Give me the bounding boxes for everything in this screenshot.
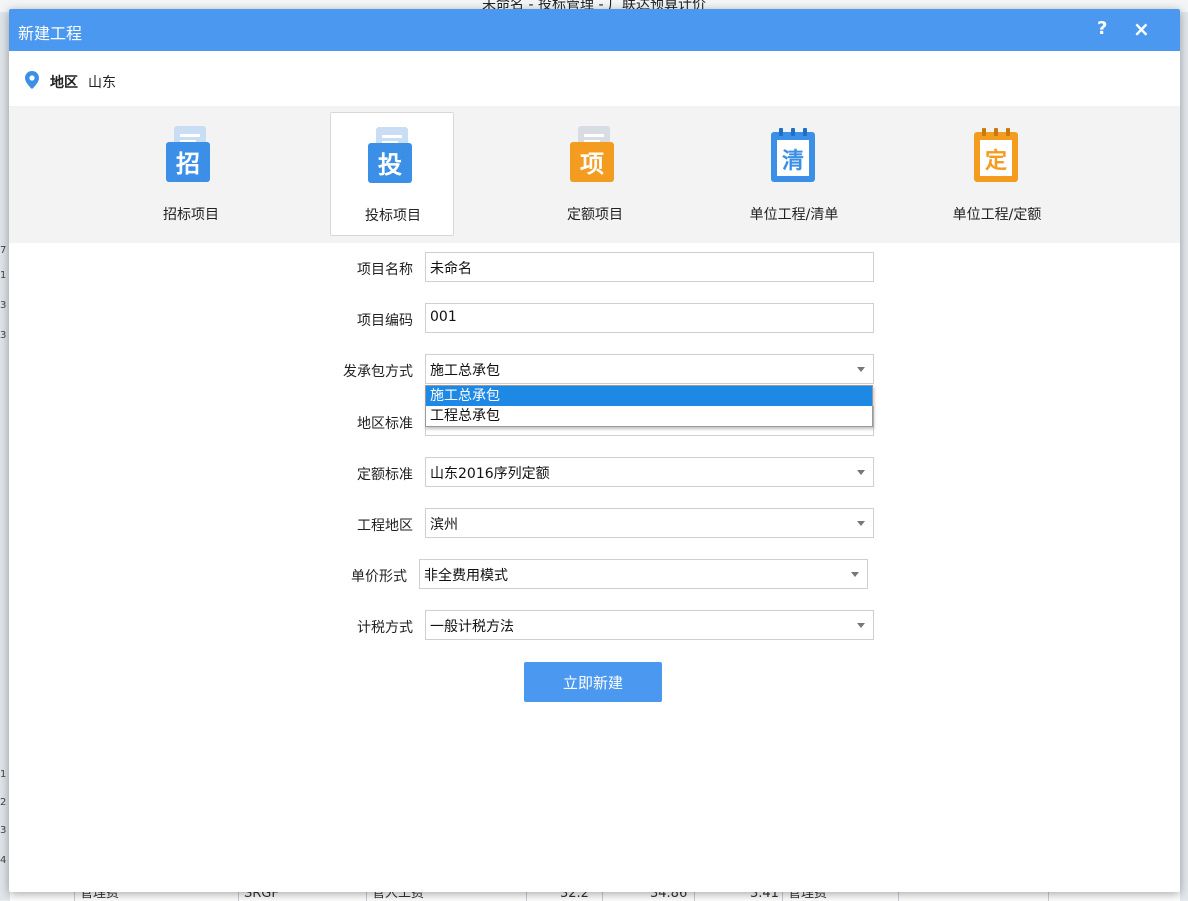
create-now-button[interactable]: 立即新建: [524, 662, 662, 702]
quota-standard-select[interactable]: 山东2016序列定额: [425, 457, 874, 487]
project-type-label: 投标项目: [365, 208, 421, 224]
tax-method-select[interactable]: 一般计税方法: [425, 610, 874, 640]
project-type-quota[interactable]: 项 定额项目: [533, 112, 657, 236]
project-type-bid[interactable]: 投 投标项目: [330, 112, 454, 236]
project-area-value: 滨州: [430, 517, 458, 533]
quota-standard-label: 定额标准: [357, 467, 413, 483]
project-type-label: 单位工程/清单: [749, 207, 839, 223]
svg-text:项: 项: [580, 150, 604, 178]
quota-standard-value: 山东2016序列定额: [430, 466, 550, 482]
project-type-selector: 招 招标项目 投 投标项目 项 定额项目 清 单位工程/清单 定 单位工程/定额: [9, 106, 1180, 243]
project-name-label: 项目名称: [357, 262, 413, 278]
tax-method-row: 计税方式: [259, 610, 413, 642]
chevron-down-icon[interactable]: [851, 572, 859, 577]
chevron-down-icon[interactable]: [857, 367, 865, 372]
project-area-select[interactable]: 滨州: [425, 508, 874, 538]
bid-project-icon: 投: [368, 127, 412, 183]
unit-price-form-label: 单价形式: [351, 569, 407, 585]
tender-project-icon: 招: [166, 126, 210, 182]
region-label: 地区: [50, 75, 78, 91]
project-type-label: 招标项目: [163, 207, 219, 223]
unit-price-form-value: 非全费用模式: [424, 568, 508, 584]
unit-price-form-select[interactable]: 非全费用模式: [419, 559, 868, 589]
dropdown-option[interactable]: 工程总承包: [426, 406, 872, 426]
background-right-panel: [1180, 12, 1188, 900]
region-standard-label: 地区标准: [357, 416, 413, 432]
help-icon[interactable]: ?: [1097, 18, 1107, 39]
project-code-input[interactable]: 001: [425, 303, 874, 333]
contract-mode-select[interactable]: 施工总承包: [425, 354, 874, 384]
dropdown-option[interactable]: 施工总承包: [426, 386, 872, 406]
tax-method-value: 一般计税方法: [430, 619, 514, 635]
project-type-tender[interactable]: 招 招标项目: [129, 112, 253, 236]
unit-price-form-row: 单价形式: [253, 559, 407, 591]
close-icon[interactable]: ×: [1133, 17, 1150, 41]
project-name-row: 项目名称: [259, 252, 413, 284]
dialog-title: 新建工程: [18, 24, 83, 43]
project-name-input[interactable]: 未命名: [425, 252, 874, 282]
unit-quota-icon: 定: [974, 128, 1018, 182]
svg-text:清: 清: [782, 148, 804, 174]
region-value: 山东: [88, 75, 116, 91]
quota-standard-row: 定额标准: [259, 457, 413, 489]
svg-text:招: 招: [176, 150, 200, 178]
location-pin-icon: [25, 71, 39, 89]
project-type-unit-list[interactable]: 清 单位工程/清单: [732, 112, 856, 236]
project-code-row: 项目编码: [259, 303, 413, 335]
region-standard-row: 地区标准: [259, 406, 413, 438]
new-project-dialog: 新建工程 ? × 地区 山东 招 招标项目 投 投标项目 项 定额项目 清 单位…: [9, 9, 1180, 892]
contract-mode-row: 发承包方式: [259, 354, 413, 386]
project-code-label: 项目编码: [357, 313, 413, 329]
svg-text:投: 投: [378, 151, 402, 179]
chevron-down-icon[interactable]: [857, 470, 865, 475]
unit-list-icon: 清: [771, 128, 815, 182]
svg-text:定: 定: [985, 148, 1007, 174]
chevron-down-icon[interactable]: [857, 521, 865, 526]
tax-method-label: 计税方式: [357, 620, 413, 636]
contract-mode-value: 施工总承包: [430, 363, 500, 379]
quota-project-icon: 项: [570, 126, 614, 182]
project-type-label: 定额项目: [567, 207, 623, 223]
dialog-header: 新建工程 ? ×: [9, 9, 1180, 51]
project-area-label: 工程地区: [357, 518, 413, 534]
chevron-down-icon[interactable]: [857, 623, 865, 628]
contract-mode-dropdown: 施工总承包 工程总承包: [425, 385, 873, 427]
project-area-row: 工程地区: [259, 508, 413, 540]
contract-mode-label: 发承包方式: [343, 364, 413, 380]
project-type-unit-quota[interactable]: 定 单位工程/定额: [935, 112, 1059, 236]
project-type-label: 单位工程/定额: [952, 207, 1042, 223]
